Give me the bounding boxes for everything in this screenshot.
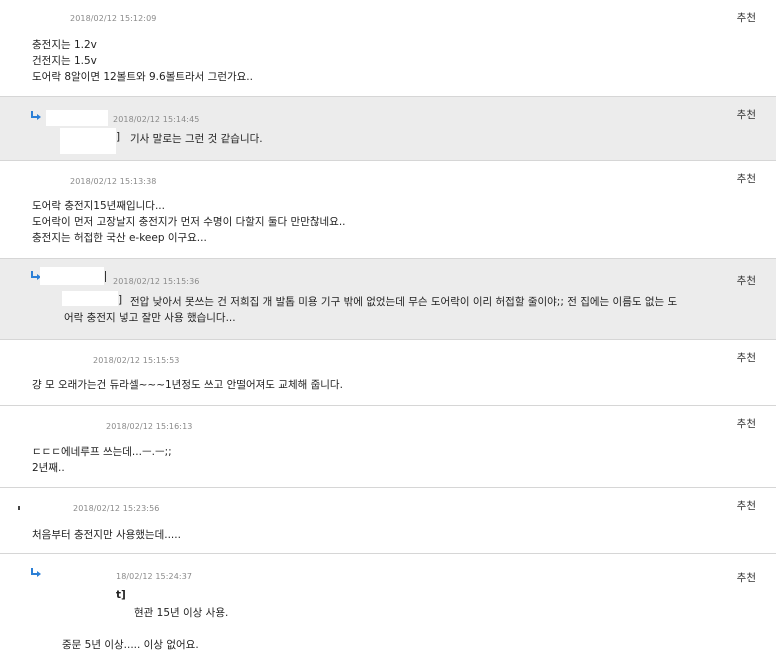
comment-date: 2018/02/12 15:23:56 [73, 504, 160, 513]
bullet-mark [18, 506, 20, 510]
reply-comment: 2018/02/12 15:15:36 추천 ] 전압 낮아서 못쓰는 건 저희… [0, 259, 776, 340]
comment-date: 2018/02/12 15:13:38 [70, 177, 157, 186]
comment: 2018/02/12 15:12:09 추천 충전지는 1.2v 건전지는 1.… [0, 0, 776, 97]
comment: 2018/02/12 15:15:53 추천 걍 모 오래가는건 듀라셀~~~1… [0, 340, 776, 406]
reply-comment: 2018/02/12 15:14:45 추천 ] 기사 말로는 그런 것 같습니… [0, 97, 776, 161]
comment-date: 18/02/12 15:24:37 [116, 572, 193, 581]
comment: 2018/02/12 15:13:38 추천 도어락 충전지15년째입니다...… [0, 161, 776, 259]
comment-list: 2018/02/12 15:12:09 추천 충전지는 1.2v 건전지는 1.… [0, 0, 780, 660]
comment: 2018/02/12 15:16:13 추천 ㄷㄷㄷ에네루프 쓰는데...ㅡ.ㅡ… [0, 406, 776, 488]
recommend-button[interactable]: 추천 [737, 350, 756, 365]
recommend-button[interactable]: 추천 [737, 498, 756, 513]
comment-body-text: 현관 15년 이상 사용. 중문 5년 이상..... 이상 없어요. [62, 607, 229, 651]
comment-date: 2018/02/12 15:15:36 [113, 277, 200, 286]
author-name-mask [40, 267, 104, 285]
mention-tag: ] [116, 131, 121, 143]
recommend-button[interactable]: 추천 [737, 10, 756, 25]
comment-body: 도어락 충전지15년째입니다... 도어락이 먼저 고장날지 충전지가 먼저 수… [32, 200, 346, 244]
comment-body: 걍 모 오래가는건 듀라셀~~~1년정도 쓰고 안떨어져도 교체해 줍니다. [32, 379, 343, 391]
recommend-button[interactable]: 추천 [737, 570, 756, 585]
comment-body: 현관 15년 이상 사용. 중문 5년 이상..... 이상 없어요. [62, 589, 228, 669]
comment-date: 2018/02/12 15:16:13 [106, 422, 193, 431]
comment-body: 처음부터 충전지만 사용했는데..... [32, 529, 181, 541]
comment-body: 충전지는 1.2v 건전지는 1.5v 도어락 8알이면 12볼트와 9.6볼트… [32, 39, 253, 83]
reply-arrow-icon [31, 568, 41, 577]
mention-mask [60, 128, 116, 154]
divider-tick [105, 271, 106, 282]
comment-date: 2018/02/12 15:14:45 [113, 115, 200, 124]
author-name-mask [46, 110, 108, 126]
recommend-button[interactable]: 추천 [737, 416, 756, 431]
comment-body: ㄷㄷㄷ에네루프 쓰는데...ㅡ.ㅡ;; 2년째.. [32, 446, 172, 474]
recommend-button[interactable]: 추천 [737, 273, 756, 288]
comment-date: 2018/02/12 15:12:09 [70, 14, 157, 23]
comment-date: 2018/02/12 15:15:53 [93, 356, 180, 365]
reply-comment: 18/02/12 15:24:37 추천 t] 현관 15년 이상 사용. 중문… [0, 554, 776, 660]
comment-body: 전압 낮아서 못쓰는 건 저희집 개 발톱 미용 기구 밖에 없었는데 무슨 도… [64, 296, 678, 324]
reply-arrow-icon [31, 111, 41, 120]
comment-body: 기사 말로는 그런 것 같습니다. [130, 133, 263, 145]
recommend-button[interactable]: 추천 [737, 171, 756, 186]
recommend-button[interactable]: 추천 [737, 107, 756, 122]
comment: 2018/02/12 15:23:56 추천 처음부터 충전지만 사용했는데..… [0, 488, 776, 554]
